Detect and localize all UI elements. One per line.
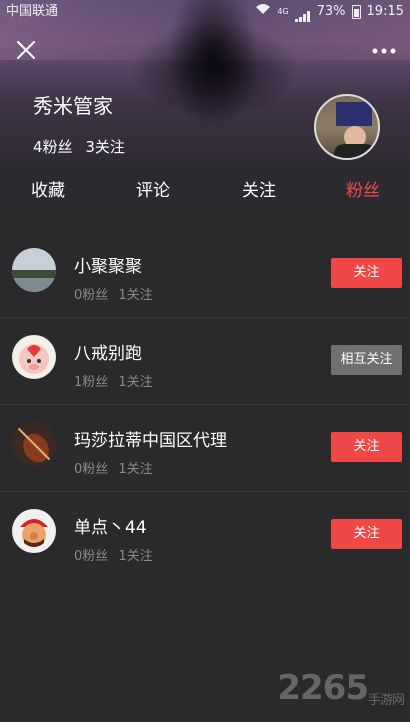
row-divider [0, 317, 410, 318]
row-divider [0, 404, 410, 405]
tab-comments[interactable]: 评论 [136, 176, 170, 201]
user-fans: 1粉丝 [74, 375, 109, 390]
user-follows: 1关注 [118, 375, 153, 390]
tab-favorites[interactable]: 收藏 [31, 176, 65, 201]
watermark-main: 2265 [277, 668, 369, 708]
watermark-logo: 2265手游网 [277, 668, 405, 708]
profile-username: 秀米管家 [33, 94, 113, 118]
user-name[interactable]: 小聚聚聚 [74, 252, 142, 277]
user-meta: 1粉丝 1关注 [74, 371, 159, 390]
list-item[interactable]: 单点丶44 0粉丝 1关注 关注 [0, 493, 410, 579]
wifi-icon [255, 0, 271, 24]
more-options-icon[interactable] [370, 40, 398, 60]
list-item[interactable]: 八戒别跑 1粉丝 1关注 相互关注 [0, 319, 410, 405]
clock: 19:15 [366, 4, 404, 19]
row-divider [0, 491, 410, 492]
watermark-sub: 手游网 [367, 693, 405, 708]
user-name[interactable]: 玛莎拉蒂中国区代理 [74, 426, 227, 451]
status-bar: 中国联通 4G 73% 19:15 [0, 0, 410, 24]
signal-icon [294, 7, 311, 22]
user-follows: 1关注 [118, 288, 153, 303]
user-avatar[interactable] [12, 422, 56, 466]
avatar-body [334, 144, 376, 158]
close-icon[interactable] [14, 38, 38, 62]
tab-following[interactable]: 关注 [242, 176, 276, 201]
user-meta: 0粉丝 1关注 [74, 545, 159, 564]
user-avatar[interactable] [12, 509, 56, 553]
follow-button[interactable]: 关注 [331, 519, 402, 549]
carrier-label: 中国联通 [6, 4, 59, 19]
profile-tabs: 收藏 评论 关注 粉丝 [0, 176, 410, 202]
avatar-sign [336, 102, 372, 126]
battery-percent: 73% [316, 4, 346, 19]
tab-followers[interactable]: 粉丝 [346, 176, 380, 201]
user-fans: 0粉丝 [74, 288, 109, 303]
user-avatar[interactable] [12, 335, 56, 379]
user-name[interactable]: 单点丶44 [74, 513, 147, 538]
profile-avatar[interactable] [314, 94, 380, 160]
system-nav-bar [0, 714, 410, 722]
user-follows: 1关注 [118, 549, 153, 564]
mutual-follow-button[interactable]: 相互关注 [331, 345, 402, 375]
follow-button[interactable]: 关注 [331, 258, 402, 288]
list-item[interactable]: 玛莎拉蒂中国区代理 0粉丝 1关注 关注 [0, 406, 410, 492]
profile-stats: 4粉丝 3关注 [33, 136, 133, 157]
followers-count[interactable]: 4粉丝 [33, 138, 73, 156]
user-follows: 1关注 [118, 462, 153, 477]
network-label: 4G [277, 7, 289, 16]
battery-icon [351, 5, 361, 19]
following-count[interactable]: 3关注 [85, 138, 125, 156]
user-avatar[interactable] [12, 248, 56, 292]
user-fans: 0粉丝 [74, 549, 109, 564]
follow-button[interactable]: 关注 [331, 432, 402, 462]
user-meta: 0粉丝 1关注 [74, 284, 159, 303]
status-right: 4G 73% 19:15 [255, 0, 404, 24]
user-meta: 0粉丝 1关注 [74, 458, 159, 477]
list-item[interactable]: 小聚聚聚 0粉丝 1关注 关注 [0, 232, 410, 318]
user-fans: 0粉丝 [74, 462, 109, 477]
user-name[interactable]: 八戒别跑 [74, 339, 142, 364]
